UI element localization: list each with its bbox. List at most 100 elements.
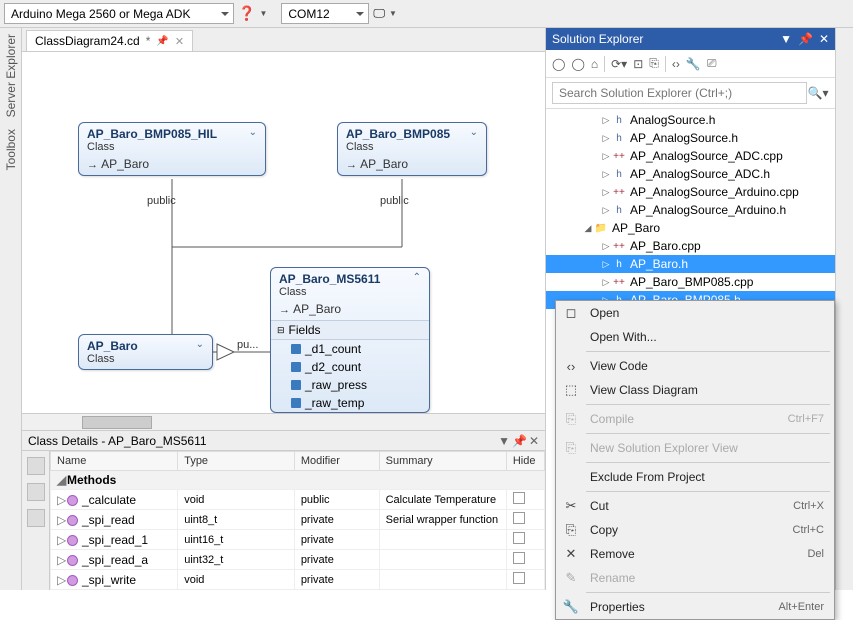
side-btn[interactable] <box>27 509 45 527</box>
class-ap-baro[interactable]: AP_BaroClass⌄ <box>78 334 213 370</box>
dropdown-icon[interactable]: ▼ <box>498 434 510 448</box>
class-ms5611[interactable]: AP_Baro_MS5611Class⌃ → AP_Baro ⊟Fields _… <box>270 267 430 413</box>
context-menu-item[interactable]: Open With... <box>556 325 834 349</box>
col-name[interactable]: Name <box>51 452 178 471</box>
menu-shortcut: Ctrl+X <box>793 500 824 512</box>
refresh-icon[interactable]: ⟳▾ <box>611 57 627 71</box>
context-menu-item[interactable]: ✕RemoveDel <box>556 542 834 566</box>
monitor-icon[interactable]: 🖵 <box>373 6 385 21</box>
context-menu-item[interactable]: ⬚View Class Diagram <box>556 378 834 402</box>
field-item[interactable]: _raw_temp <box>271 394 429 412</box>
field-icon <box>291 362 301 372</box>
tree-item[interactable]: ▷++AP_Baro_BMP085.cpp <box>546 273 835 291</box>
col-hide[interactable]: Hide <box>506 452 544 471</box>
port-label: COM12 <box>288 7 329 21</box>
table-row[interactable]: ▷_spi_readuint8_tprivateSerial wrapper f… <box>51 510 545 530</box>
menu-icon: ✕ <box>560 546 582 562</box>
hide-checkbox[interactable] <box>513 532 525 544</box>
chevron-down-icon[interactable]: ⌄ <box>249 127 257 138</box>
code-icon[interactable]: ‹› <box>672 57 680 71</box>
pin-icon[interactable]: 📌 <box>156 36 168 47</box>
hide-checkbox[interactable] <box>513 572 525 584</box>
class-name: AP_Baro_BMP085 <box>346 127 450 141</box>
scroll-thumb[interactable] <box>82 416 152 429</box>
search-input[interactable] <box>552 82 807 104</box>
chevron-down-icon[interactable]: ⌄ <box>196 339 204 350</box>
side-btn[interactable] <box>27 483 45 501</box>
close-icon[interactable]: ✕ <box>819 32 829 46</box>
tree-item[interactable]: ▷hAP_Baro.h <box>546 255 835 273</box>
menu-label: Cut <box>590 499 785 513</box>
tree-item[interactable]: ▷++AP_AnalogSource_ADC.cpp <box>546 147 835 165</box>
properties-icon[interactable]: ⎚ <box>707 56 717 71</box>
menu-label: Open With... <box>590 330 824 344</box>
tree-item[interactable]: ▷++AP_Baro.cpp <box>546 237 835 255</box>
col-type[interactable]: Type <box>178 452 295 471</box>
class-diagram-canvas[interactable]: AP_Baro_BMP085_HILClass⌄ → AP_Baro AP_Ba… <box>22 52 545 413</box>
menu-icon: ✎ <box>560 570 582 586</box>
menu-icon: ✂ <box>560 498 582 514</box>
tree-item[interactable]: ▷hAnalogSource.h <box>546 111 835 129</box>
menu-icon: 🔧 <box>560 599 582 615</box>
menu-icon: ⎘ <box>560 440 582 456</box>
col-summary[interactable]: Summary <box>379 452 506 471</box>
tree-label: AP_Baro.h <box>630 257 688 271</box>
dropdown-icon[interactable]: ▼ <box>780 32 792 46</box>
tab-classdiagram[interactable]: ClassDiagram24.cd* 📌 ✕ <box>26 30 193 51</box>
chevron-down-icon[interactable]: ⌄ <box>470 127 478 138</box>
inheritance-label: public <box>147 195 176 207</box>
pin-icon[interactable]: 📌 <box>512 434 527 448</box>
horizontal-scrollbar[interactable] <box>22 413 545 430</box>
class-bmp085[interactable]: AP_Baro_BMP085Class⌄ → AP_Baro <box>337 122 487 176</box>
fields-section[interactable]: ⊟Fields <box>271 320 429 340</box>
col-modifier[interactable]: Modifier <box>294 452 379 471</box>
field-item[interactable]: _d1_count <box>271 340 429 358</box>
field-icon <box>291 344 301 354</box>
class-bmp085-hil[interactable]: AP_Baro_BMP085_HILClass⌄ → AP_Baro <box>78 122 266 176</box>
close-icon[interactable]: ✕ <box>175 35 184 48</box>
tree-item[interactable]: ◢📁AP_Baro <box>546 219 835 237</box>
server-explorer-tab[interactable]: Server Explorer <box>2 28 20 123</box>
wrench-icon[interactable]: 🔧 <box>686 57 701 71</box>
board-selector[interactable]: Arduino Mega 2560 or Mega ADK <box>4 3 234 24</box>
toolbox-tab[interactable]: Toolbox <box>2 123 20 176</box>
class-name: AP_Baro_MS5611 <box>279 272 380 286</box>
menu-label: Copy <box>590 523 785 537</box>
tree-item[interactable]: ▷hAP_AnalogSource_Arduino.h <box>546 201 835 219</box>
chevron-up-icon[interactable]: ⌃ <box>413 272 421 283</box>
context-menu-item[interactable]: Exclude From Project <box>556 465 834 489</box>
field-item[interactable]: _raw_press <box>271 376 429 394</box>
table-row[interactable]: ▷_spi_writevoidprivate <box>51 570 545 590</box>
port-selector[interactable]: COM12 <box>281 3 369 24</box>
tree-item[interactable]: ▷hAP_AnalogSource_ADC.h <box>546 165 835 183</box>
context-menu-item[interactable]: ◻Open <box>556 301 834 325</box>
context-menu-item[interactable]: 🔧PropertiesAlt+Enter <box>556 595 834 619</box>
close-icon[interactable]: ✕ <box>529 434 539 448</box>
solution-search: 🔍▾ <box>546 78 835 109</box>
back-icon[interactable]: ◯ <box>552 57 565 71</box>
group-row[interactable]: ◢Methods <box>51 471 545 490</box>
help-icon[interactable]: ❓ <box>238 5 255 22</box>
table-row[interactable]: ▷_spi_read_auint32_tprivate <box>51 550 545 570</box>
context-menu-item[interactable]: ⎘CopyCtrl+C <box>556 518 834 542</box>
search-icon[interactable]: 🔍▾ <box>807 86 829 100</box>
hide-checkbox[interactable] <box>513 492 525 504</box>
menu-label: Open <box>590 306 824 320</box>
hide-checkbox[interactable] <box>513 512 525 524</box>
tree-item[interactable]: ▷hAP_AnalogSource.h <box>546 129 835 147</box>
context-menu-item[interactable]: ‹›View Code <box>556 354 834 378</box>
home-icon[interactable]: ⌂ <box>591 57 598 71</box>
menu-shortcut: Del <box>807 548 824 560</box>
field-item[interactable]: _d2_count <box>271 358 429 376</box>
hide-checkbox[interactable] <box>513 552 525 564</box>
class-kind: Class <box>87 141 217 153</box>
show-all-icon[interactable]: ⎘ <box>649 56 659 71</box>
table-row[interactable]: ▷_spi_read_1uint16_tprivate <box>51 530 545 550</box>
context-menu-item[interactable]: ✂ Cut Ctrl+X <box>556 494 834 518</box>
pin-icon[interactable]: 📌 <box>798 32 813 46</box>
tree-item[interactable]: ▷++AP_AnalogSource_Arduino.cpp <box>546 183 835 201</box>
collapse-icon[interactable]: ⊡ <box>633 57 643 71</box>
forward-icon[interactable]: ◯ <box>571 57 584 71</box>
table-row[interactable]: ▷_calculatevoidpublicCalculate Temperatu… <box>51 490 545 510</box>
side-btn[interactable] <box>27 457 45 475</box>
